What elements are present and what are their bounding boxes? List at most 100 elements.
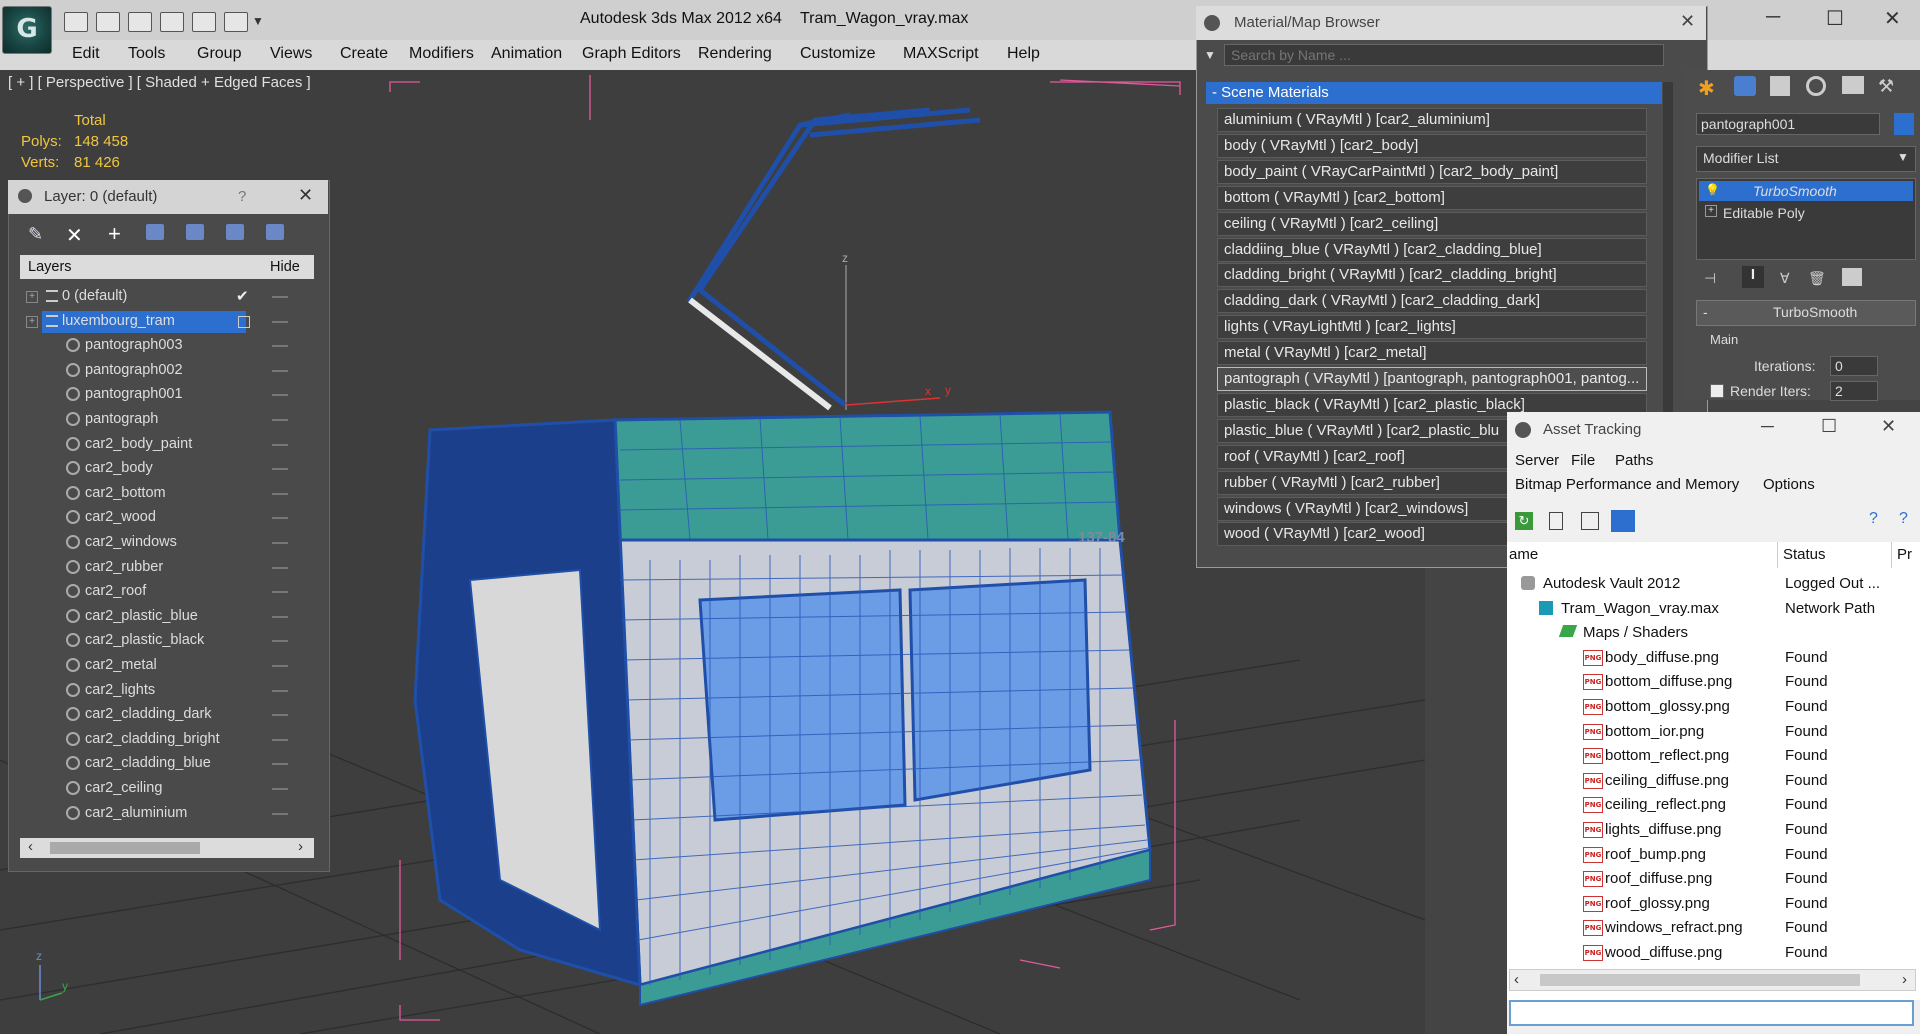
hide-toggle[interactable]: [272, 517, 288, 520]
hide-toggle[interactable]: [272, 591, 288, 594]
asset-row[interactable]: PNG wood_diffuse.png Found: [1509, 941, 1909, 965]
hide-column-header[interactable]: Hide: [270, 259, 300, 275]
name-column-header[interactable]: ame: [1509, 546, 1538, 563]
asset-row[interactable]: PNG body_diffuse.png Found: [1509, 646, 1909, 670]
layer-row[interactable]: car2_wood: [20, 506, 314, 530]
layers-column-header[interactable]: Layers: [28, 259, 72, 275]
layer-row[interactable]: car2_cladding_dark: [20, 703, 314, 727]
asset-row[interactable]: PNG lights_diffuse.png Found: [1509, 818, 1909, 842]
asset-help-icon[interactable]: ?: [1869, 510, 1878, 528]
hierarchy-tab-icon[interactable]: [1770, 76, 1790, 96]
browser-options-dropdown-icon[interactable]: ▼: [1204, 48, 1216, 62]
layer-row[interactable]: car2_aluminium: [20, 802, 314, 826]
menu-tools[interactable]: Tools: [128, 45, 165, 63]
show-end-result-icon[interactable]: I: [1742, 266, 1764, 288]
menu-animation[interactable]: Animation: [491, 45, 562, 63]
modify-tab-icon[interactable]: [1734, 76, 1756, 96]
table-view-icon[interactable]: [1611, 510, 1635, 532]
delete-layer-icon[interactable]: ✕: [66, 223, 83, 248]
expand-icon[interactable]: +: [1705, 205, 1717, 217]
asset-horizontal-scrollbar[interactable]: ‹ ›: [1509, 969, 1916, 991]
material-item[interactable]: metal ( VRayMtl ) [car2_metal]: [1217, 341, 1647, 366]
hide-toggle[interactable]: [272, 492, 288, 495]
iterations-spinner[interactable]: [1830, 356, 1878, 376]
hide-toggle[interactable]: [272, 763, 288, 766]
asset-row[interactable]: PNG roof_diffuse.png Found: [1509, 867, 1909, 891]
fetch-icon[interactable]: [224, 12, 248, 32]
hide-toggle[interactable]: [272, 345, 288, 348]
layer-row[interactable]: car2_plastic_blue: [20, 605, 314, 629]
render-iters-checkbox[interactable]: [1710, 384, 1724, 398]
menu-group[interactable]: Group: [197, 45, 241, 63]
material-search-input[interactable]: [1224, 44, 1664, 66]
asset-menu-paths[interactable]: Paths: [1615, 452, 1653, 469]
configure-sets-icon[interactable]: [1842, 268, 1862, 286]
turbosmooth-rollout-header[interactable]: - TurboSmooth: [1696, 300, 1916, 326]
asset-close-icon[interactable]: ✕: [1881, 416, 1896, 437]
add-to-layer-icon[interactable]: +: [108, 221, 121, 247]
modifier-list-dropdown[interactable]: Modifier List ▼: [1696, 146, 1916, 172]
app-logo-button[interactable]: G: [2, 6, 52, 54]
layer-row[interactable]: car2_cladding_bright: [20, 728, 314, 752]
scene-materials-header[interactable]: - Scene Materials: [1206, 82, 1662, 104]
material-browser-close-icon[interactable]: ✕: [1680, 11, 1695, 32]
menu-maxscript[interactable]: MAXScript: [903, 45, 979, 63]
hide-toggle[interactable]: [272, 714, 288, 717]
freeze-all-icon[interactable]: [266, 224, 284, 240]
expand-icon[interactable]: +: [26, 315, 38, 328]
viewport-label-menu[interactable]: [ + ] [ Perspective ] [ Shaded + Edged F…: [8, 74, 311, 91]
undo-icon[interactable]: [128, 12, 152, 32]
hide-toggle[interactable]: [272, 788, 288, 790]
asset-menu-options[interactable]: Options: [1763, 476, 1815, 493]
material-item[interactable]: ceiling ( VRayMtl ) [car2_ceiling]: [1217, 211, 1647, 236]
menu-rendering[interactable]: Rendering: [698, 45, 772, 63]
asset-row[interactable]: PNG bottom_reflect.png Found: [1509, 744, 1909, 768]
redo-icon[interactable]: [160, 12, 184, 32]
stack-item-turbosmooth[interactable]: 💡 TurboSmooth: [1699, 181, 1913, 201]
highlight-objects-icon[interactable]: [186, 224, 204, 240]
layer-row[interactable]: pantograph: [20, 408, 314, 432]
motion-tab-icon[interactable]: [1806, 76, 1826, 96]
hide-toggle[interactable]: [272, 566, 288, 569]
material-item[interactable]: cladding_dark ( VRayMtl ) [car2_cladding…: [1217, 289, 1647, 314]
hide-toggle[interactable]: [272, 419, 288, 421]
layer-row[interactable]: car2_lights: [20, 679, 314, 703]
make-unique-icon[interactable]: ∀: [1780, 270, 1790, 287]
asset-row[interactable]: Tram_Wagon_vray.max Network Path: [1509, 597, 1909, 621]
material-item[interactable]: lights ( VRayLightMtl ) [car2_lights]: [1217, 315, 1647, 340]
layer-row[interactable]: car2_bottom: [20, 482, 314, 506]
extra-column-header[interactable]: Pr: [1897, 546, 1912, 563]
bulb-icon[interactable]: 💡: [1705, 183, 1720, 197]
layer-row[interactable]: car2_metal: [20, 654, 314, 678]
stack-item-editable-poly[interactable]: + Editable Poly: [1699, 203, 1913, 223]
layer-row[interactable]: pantograph002: [20, 359, 314, 383]
list-view-icon[interactable]: [1549, 512, 1563, 530]
asset-menu-file[interactable]: File: [1571, 452, 1595, 469]
hide-toggle[interactable]: [272, 738, 288, 741]
hide-toggle[interactable]: [272, 394, 288, 397]
scroll-left-icon[interactable]: ‹: [28, 838, 33, 855]
current-layer-check-icon[interactable]: ✔: [236, 287, 249, 305]
asset-scroll-thumb[interactable]: [1540, 974, 1860, 986]
quick-access-dropdown-icon[interactable]: ▼: [252, 14, 264, 28]
thumbnail-view-icon[interactable]: [1581, 512, 1599, 530]
material-item[interactable]: aluminium ( VRayMtl ) [car2_aluminium]: [1217, 108, 1647, 132]
hide-all-icon[interactable]: [226, 224, 244, 240]
utilities-tab-icon[interactable]: ⚒: [1878, 76, 1894, 97]
layer-manager-titlebar[interactable]: Layer: 0 (default) ? ✕: [8, 180, 328, 214]
material-item[interactable]: bottom ( VRayMtl ) [car2_bottom]: [1217, 185, 1647, 210]
layer-row[interactable]: car2_windows: [20, 531, 314, 555]
hide-toggle[interactable]: [272, 296, 288, 298]
pantograph-model[interactable]: [686, 107, 981, 410]
asset-row[interactable]: Maps / Shaders: [1509, 621, 1909, 645]
asset-row[interactable]: PNG windows_refract.png Found: [1509, 916, 1909, 940]
hide-toggle[interactable]: [272, 665, 288, 667]
menu-create[interactable]: Create: [340, 45, 388, 63]
asset-scroll-right-icon[interactable]: ›: [1902, 971, 1907, 988]
asset-row[interactable]: PNG bottom_glossy.png Found: [1509, 695, 1909, 719]
asset-row[interactable]: PNG roof_bump.png Found: [1509, 843, 1909, 867]
save-file-icon[interactable]: [96, 12, 120, 32]
menu-modifiers[interactable]: Modifiers: [409, 45, 474, 63]
hide-toggle[interactable]: [272, 689, 288, 692]
layer-row[interactable]: car2_body_paint: [20, 433, 314, 457]
